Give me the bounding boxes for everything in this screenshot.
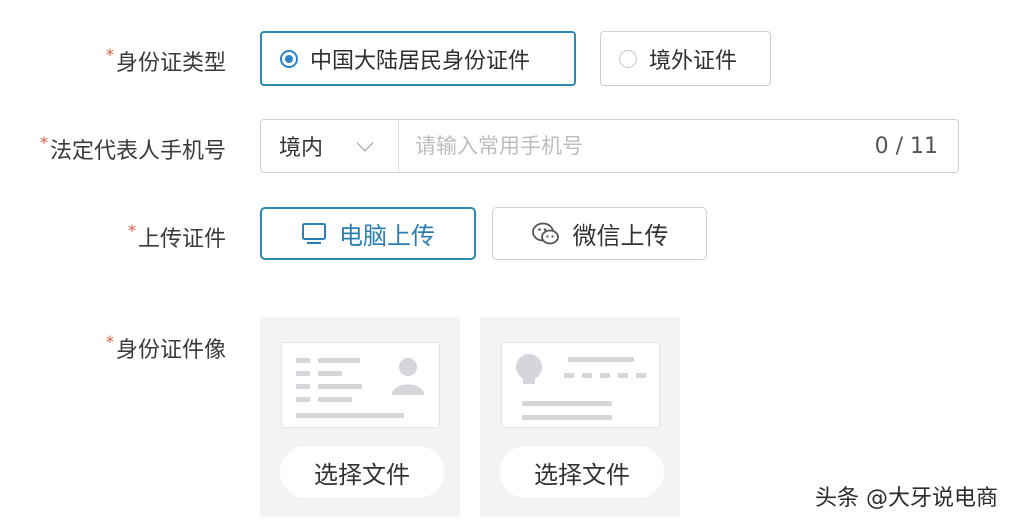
monitor-icon (302, 222, 326, 244)
required-mark: * (105, 332, 114, 351)
id-image-label: *身份证件像 (105, 332, 226, 363)
phone-label: *法定代表人手机号 (39, 133, 226, 164)
id-type-option-overseas[interactable]: 境外证件 (600, 31, 771, 86)
required-mark: * (105, 45, 114, 64)
chevron-down-icon (356, 134, 374, 152)
person-silhouette-icon (392, 358, 424, 395)
id-type-option-mainland[interactable]: 中国大陆居民身份证件 (260, 31, 576, 86)
pc-upload-label: 电脑上传 (339, 222, 435, 250)
pc-upload-button[interactable]: 电脑上传 (260, 207, 476, 260)
wechat-icon (531, 222, 559, 244)
wechat-upload-button[interactable]: 微信上传 (492, 207, 707, 260)
id-card-emblem-illustration (501, 342, 660, 428)
required-mark: * (127, 221, 136, 240)
required-mark: * (39, 133, 48, 152)
id-card-portrait-illustration (281, 342, 440, 428)
upload-label: *上传证件 (127, 221, 226, 252)
choose-file-button[interactable]: 选择文件 (280, 446, 444, 498)
id-front-upload-tile[interactable]: 选择文件 (260, 317, 460, 517)
watermark: 头条 @大牙说电商 (815, 486, 998, 511)
id-type-label: *身份证类型 (105, 45, 226, 76)
char-counter: 0 / 11 (874, 133, 938, 159)
id-back-upload-tile[interactable]: 选择文件 (480, 317, 680, 517)
id-type-option-label: 中国大陆居民身份证件 (310, 48, 531, 74)
id-type-option-label: 境外证件 (649, 48, 738, 74)
region-select[interactable]: 境内 (261, 120, 399, 172)
region-value: 境内 (279, 136, 324, 161)
emblem-icon (516, 354, 542, 384)
radio-unselected-icon (619, 49, 637, 68)
phone-input[interactable] (399, 119, 875, 173)
radio-selected-icon (280, 49, 298, 68)
phone-field: 境内 0 / 11 (260, 119, 959, 173)
choose-file-button[interactable]: 选择文件 (500, 446, 664, 498)
wechat-upload-label: 微信上传 (572, 222, 669, 250)
